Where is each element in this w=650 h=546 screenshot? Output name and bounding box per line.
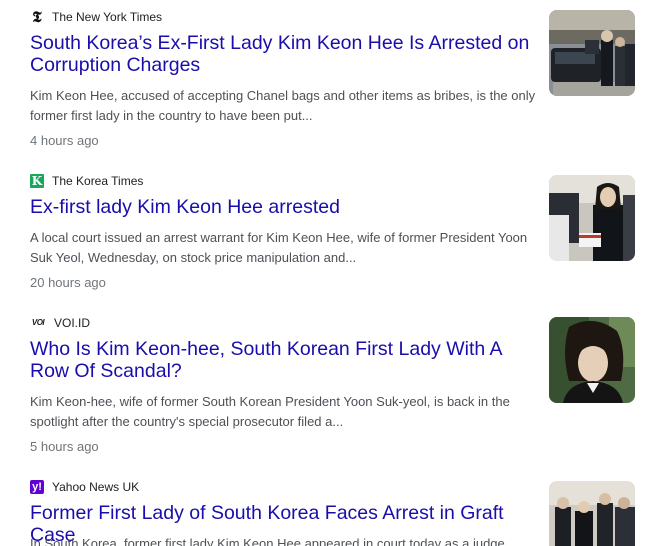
article-source[interactable]: y! Yahoo News UK — [30, 478, 139, 496]
article-snippet: In South Korea, former first lady Kim Ke… — [30, 536, 505, 546]
article-headline-link[interactable]: Who Is Kim Keon-hee, South Korean First … — [30, 338, 540, 382]
thumbnail-image — [549, 481, 635, 546]
news-feed: 𝕿 The New York Times South Korea’s Ex-Fi… — [0, 0, 650, 546]
yahoo-logo-icon: y! — [30, 480, 44, 494]
article-snippet: Kim Keon Hee, accused of accepting Chane… — [30, 88, 536, 123]
article-source[interactable]: VOI VOI.ID — [30, 314, 90, 332]
article-thumbnail[interactable] — [549, 175, 635, 261]
article-headline-link[interactable]: Ex-first lady Kim Keon Hee arrested — [30, 196, 540, 218]
source-name: Yahoo News UK — [52, 480, 140, 494]
article-source[interactable]: 𝕿 The New York Times — [30, 8, 162, 26]
article-headline-link[interactable]: South Korea’s Ex-First Lady Kim Keon Hee… — [30, 32, 540, 76]
article-timestamp: 5 hours ago — [30, 439, 99, 454]
article-snippet: Kim Keon-hee, wife of former South Korea… — [30, 394, 510, 429]
thumbnail-image — [549, 10, 635, 96]
thumbnail-image — [549, 317, 635, 403]
source-name: The New York Times — [52, 10, 163, 24]
source-name: VOI.ID — [54, 316, 91, 330]
article-timestamp: 20 hours ago — [30, 275, 106, 290]
korea-times-logo-icon: K — [30, 174, 44, 188]
article-thumbnail[interactable] — [549, 481, 635, 546]
article-thumbnail[interactable] — [549, 10, 635, 96]
article-snippet: A local court issued an arrest warrant f… — [30, 230, 528, 265]
article-timestamp: 4 hours ago — [30, 133, 99, 148]
article-thumbnail[interactable] — [549, 317, 635, 403]
source-name: The Korea Times — [52, 174, 144, 188]
article-source[interactable]: K The Korea Times — [30, 172, 143, 190]
nyt-logo-icon: 𝕿 — [32, 8, 42, 26]
thumbnail-image — [549, 175, 635, 261]
voi-logo-icon: VOI — [31, 318, 45, 327]
